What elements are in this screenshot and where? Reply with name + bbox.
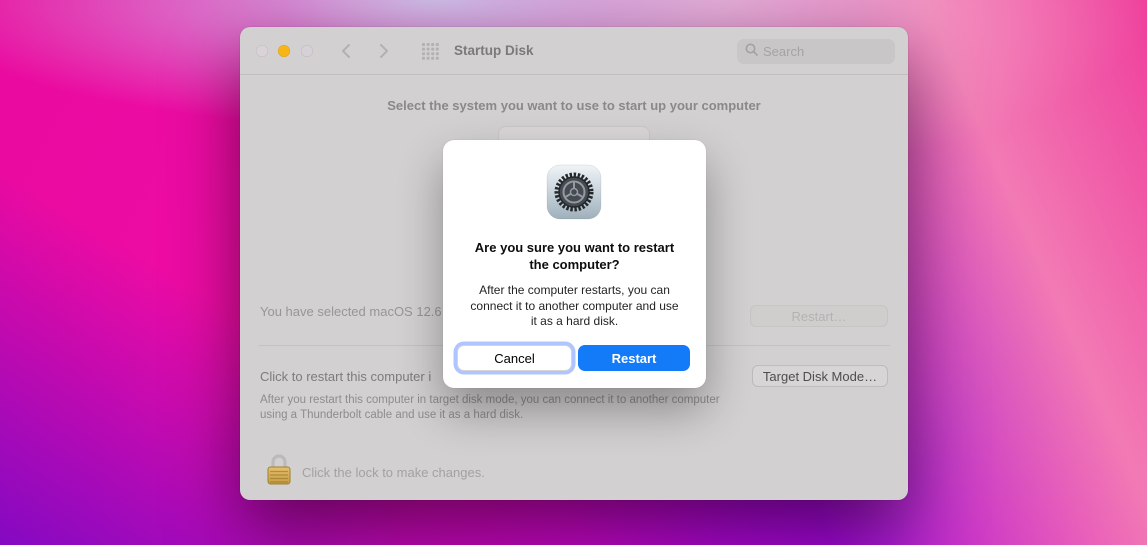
zoom-icon[interactable] [301,45,313,57]
window-title: Startup Disk [454,43,534,58]
target-disk-mode-button[interactable]: Target Disk Mode… [752,365,888,387]
back-icon[interactable] [340,43,352,59]
cancel-button[interactable]: Cancel [457,345,572,371]
minimize-icon[interactable] [278,45,290,57]
lock-icon[interactable] [266,450,292,486]
show-all-grid-icon[interactable] [422,43,439,60]
titlebar: Startup Disk [240,27,908,75]
search-input[interactable] [763,44,887,59]
selected-system-text: You have selected macOS 12.6 on t [260,304,467,319]
search-icon [745,43,758,61]
target-disk-text: Click to restart this computer i [260,369,432,384]
restart-confirmation-dialog: Are you sure you want to restart the com… [443,140,706,388]
restart-button[interactable]: Restart [578,345,690,371]
headline: Select the system you want to use to sta… [387,98,761,113]
close-icon[interactable] [256,45,268,57]
search-field[interactable] [737,39,895,64]
dialog-title: Are you sure you want to restart the com… [474,240,675,272]
target-disk-note: After you restart this computer in targe… [260,394,720,421]
system-preferences-gear-icon [546,164,602,220]
forward-icon[interactable] [378,43,390,59]
lock-hint-text: Click the lock to make changes. [302,465,485,480]
desktop-wallpaper: Startup Disk Select the system you want … [0,0,1147,545]
dialog-body: After the computer restarts, you can con… [470,283,679,328]
restart-button-disabled[interactable]: Restart… [750,305,888,327]
